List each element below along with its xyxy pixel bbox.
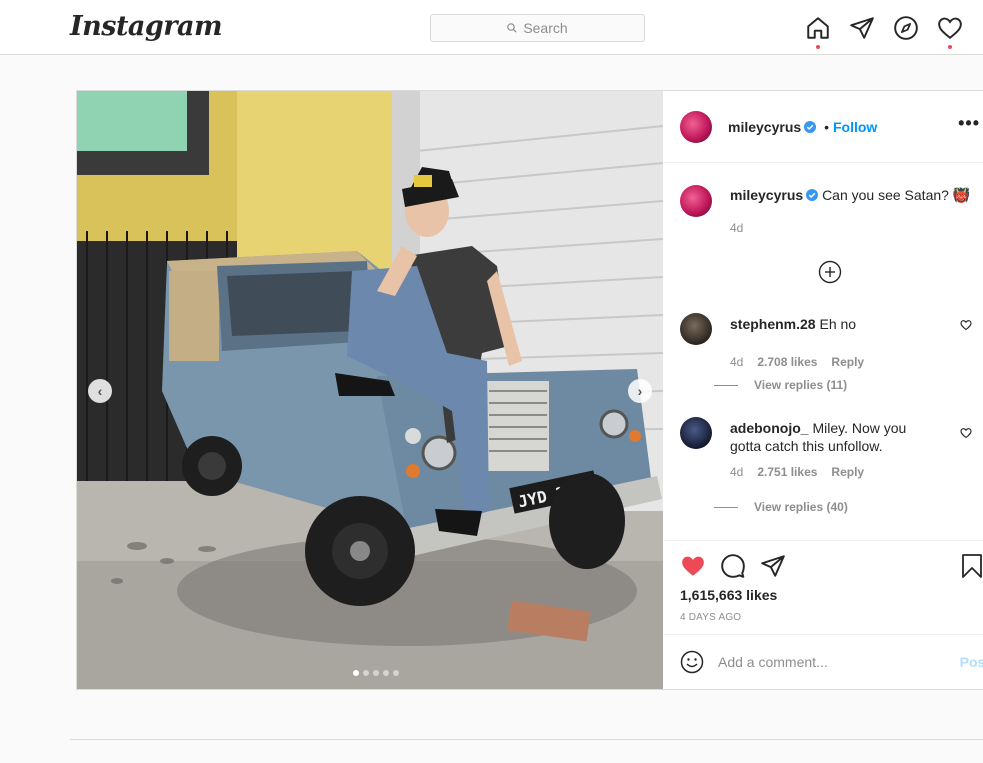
comment-input[interactable]: Add a comment... <box>718 654 828 670</box>
reply-button[interactable]: Reply <box>831 355 864 369</box>
direct-messages-icon[interactable] <box>849 15 875 41</box>
carousel-indicator <box>353 670 399 676</box>
home-notification-dot <box>816 45 820 49</box>
explore-compass-icon[interactable] <box>893 15 919 41</box>
comment-bubble-icon[interactable] <box>720 553 746 579</box>
view-replies-button[interactable]: View replies (40) <box>714 500 848 514</box>
share-icon[interactable] <box>760 553 786 579</box>
post-sidebar: mileycyrus • Follow ••• mileycyrus Can yo… <box>664 91 983 689</box>
post-actions: 1,615,663 likes 4 DAYS AGO <box>664 540 983 636</box>
carousel-dot <box>363 670 369 676</box>
carousel-dot <box>383 670 389 676</box>
caption-username[interactable]: mileycyrus <box>730 187 803 203</box>
search-icon <box>507 23 517 33</box>
view-replies-button[interactable]: View replies (11) <box>714 378 847 392</box>
comment-username[interactable]: adebonojo_ <box>730 420 809 436</box>
carousel-dot <box>393 670 399 676</box>
post-comment-button[interactable]: Post <box>960 654 983 670</box>
comments-list: mileycyrus Can you see Satan? 👹 4d steph… <box>664 164 983 540</box>
post-timestamp[interactable]: 4 DAYS AGO <box>680 612 741 623</box>
like-comment-heart-icon[interactable] <box>960 427 972 439</box>
comment-like-count[interactable]: 2.708 likes <box>757 355 817 369</box>
avatar[interactable] <box>680 110 712 143</box>
verified-badge-icon <box>806 189 819 201</box>
top-navigation: Instagram Search <box>0 0 983 55</box>
activity-notification-dot <box>948 45 952 49</box>
load-more-comments-icon[interactable] <box>818 260 842 284</box>
like-count[interactable]: 1,615,663 likes <box>680 587 777 603</box>
carousel-dot <box>353 670 359 676</box>
caption-text: Can you see Satan? 👹 <box>822 187 971 203</box>
post-header: mileycyrus • Follow ••• <box>664 91 983 163</box>
comment-item: adebonojo_ Miley. Now you gotta catch th… <box>680 417 980 479</box>
home-icon[interactable] <box>805 15 831 41</box>
comment-username[interactable]: stephenm.28 <box>730 316 816 332</box>
comment-like-count[interactable]: 2.751 likes <box>757 465 817 479</box>
search-input[interactable]: Search <box>430 14 645 42</box>
search-placeholder: Search <box>523 20 568 36</box>
activity-heart-icon[interactable] <box>937 15 963 41</box>
avatar[interactable] <box>680 185 712 217</box>
post-card: JYD 239K ‹ › <box>76 90 983 690</box>
instagram-logo[interactable]: Instagram <box>70 11 223 42</box>
avatar[interactable] <box>680 417 712 449</box>
like-heart-icon[interactable] <box>680 553 706 579</box>
comment-time: 4d <box>730 355 744 369</box>
footer-divider <box>70 739 983 740</box>
author-username[interactable]: mileycyrus <box>728 119 801 135</box>
post-photo[interactable]: JYD 239K ‹ › <box>77 91 663 689</box>
emoji-smiley-icon[interactable] <box>680 650 704 674</box>
follow-button[interactable]: Follow <box>833 119 877 135</box>
like-comment-heart-icon[interactable] <box>960 319 972 331</box>
carousel-dot <box>373 670 379 676</box>
add-comment-bar: Add a comment... Post <box>664 634 983 689</box>
caption: mileycyrus Can you see Satan? 👹 4d <box>680 185 980 235</box>
caption-time: 4d <box>730 221 744 235</box>
more-options-icon[interactable]: ••• <box>958 113 980 134</box>
carousel-prev-button[interactable]: ‹ <box>88 379 112 403</box>
comment-text: Eh no <box>819 316 857 332</box>
reply-button[interactable]: Reply <box>831 465 864 479</box>
photo-illustration: JYD 239K <box>77 91 663 689</box>
comment-time: 4d <box>730 465 744 479</box>
verified-badge-icon <box>804 120 817 133</box>
carousel-next-button[interactable]: › <box>628 379 652 403</box>
comment-item: stephenm.28 Eh no 4d 2.708 likes Reply <box>680 313 980 369</box>
avatar[interactable] <box>680 313 712 345</box>
save-bookmark-icon[interactable] <box>960 553 983 579</box>
